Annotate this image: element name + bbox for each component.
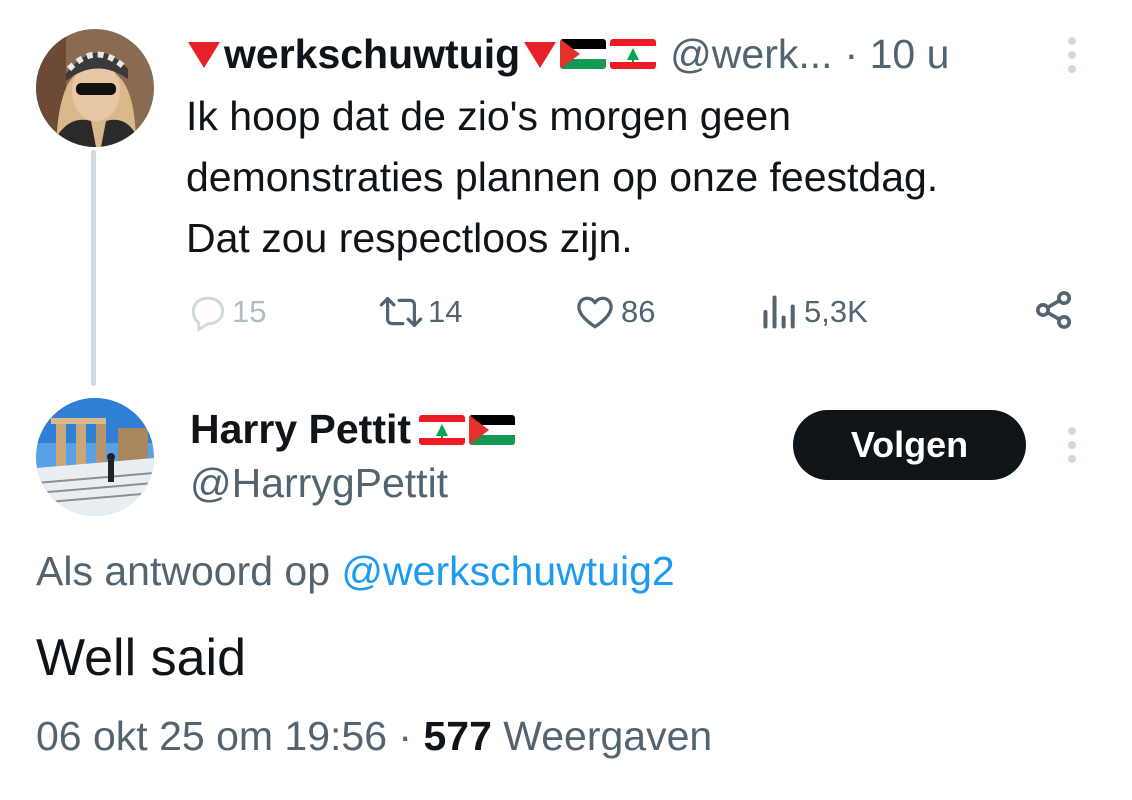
more-options-icon[interactable] [1068,37,1076,73]
views-button[interactable]: 5,3K [760,290,868,334]
reply-prefix: Als antwoord op [36,548,342,594]
tweet2-timestamp[interactable]: 06 okt 25 om 19:56 · [36,713,423,759]
views-count: 577 [423,713,492,759]
more-options-icon[interactable] [1068,427,1076,463]
retweet-count: 14 [428,294,463,329]
thread-line [91,150,96,386]
red-triangle-icon [524,42,557,68]
like-count: 86 [621,294,656,329]
reply-to-link[interactable]: @werkschuwtuig2 [341,548,674,594]
reply-icon [191,296,225,333]
retweet-button[interactable]: 14 [376,290,462,334]
palestine-flag-icon [469,414,516,445]
reply-button[interactable]: 15 [186,290,266,334]
like-button[interactable]: 86 [573,290,655,334]
lebanon-flag-icon [610,39,657,69]
tweet1-handle[interactable]: @werk... [670,31,832,78]
follow-button[interactable]: Volgen [793,410,1026,480]
tweet2-meta: 06 okt 25 om 19:56 · 577 Weergaven [36,713,712,760]
tweet2-header: Harry Pettit [190,406,516,453]
tweet1-header: werkschuwtuig @werk... · 10 u [188,28,949,80]
tweet2-text: Well said [36,629,247,687]
share-button[interactable] [1032,288,1076,332]
views-chart-icon [763,295,795,329]
lebanon-flag-icon [419,414,466,445]
share-icon [1036,291,1072,329]
views-label: Weergaven [491,713,713,759]
retweet-icon [379,297,423,327]
tweet2-display-name[interactable]: Harry Pettit [190,406,411,453]
avatar-werkschuwtuig[interactable] [36,29,154,147]
reply-count: 15 [232,294,267,329]
palestine-flag-icon [560,39,607,69]
views-count: 5,3K [804,294,868,329]
avatar-harry-pettit[interactable] [36,398,154,516]
heart-icon [577,296,613,329]
tweet2-handle[interactable]: @HarrygPettit [190,460,448,507]
tweet1-display-name[interactable]: werkschuwtuig [224,31,520,78]
red-triangle-icon [188,42,220,68]
reply-context: Als antwoord op @werkschuwtuig2 [36,548,675,595]
tweet1-time[interactable]: · 10 u [845,31,950,78]
tweet1-text: Ik hoop dat de zio's morgen geen demonst… [186,93,939,261]
